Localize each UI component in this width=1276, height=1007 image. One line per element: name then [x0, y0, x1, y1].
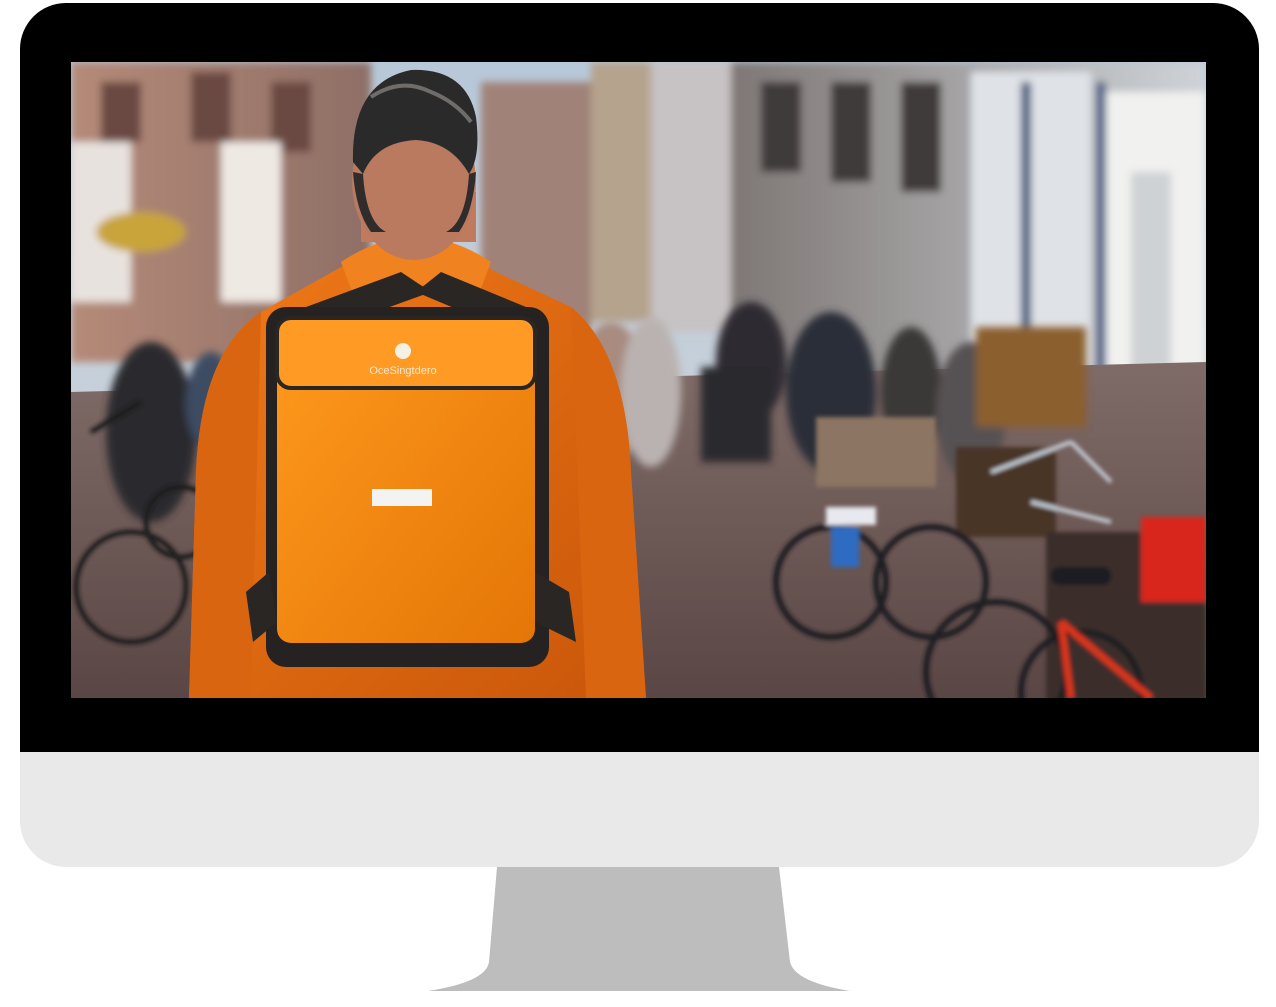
- orange-backpack: OceSingtdero: [246, 272, 576, 667]
- monitor: OceSingtdero: [20, 3, 1259, 867]
- monitor-screen: OceSingtdero: [71, 62, 1206, 698]
- monitor-bezel: OceSingtdero: [20, 3, 1259, 752]
- backpack-brand-label: OceSingtdero: [369, 365, 436, 377]
- street-photo: OceSingtdero: [71, 62, 1206, 698]
- monitor-stand: [428, 867, 850, 991]
- monitor-chin: [20, 752, 1259, 867]
